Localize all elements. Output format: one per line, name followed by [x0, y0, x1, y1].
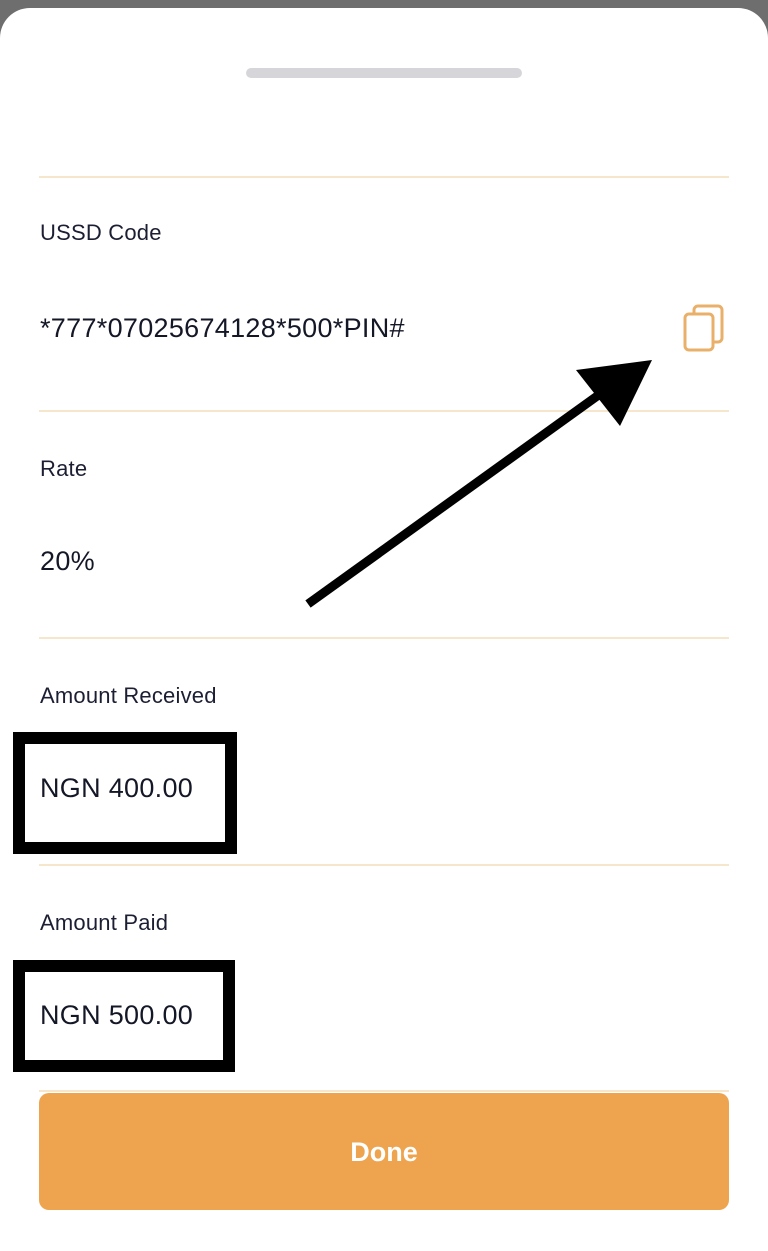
divider: [39, 1090, 729, 1092]
rate-label: Rate: [40, 456, 88, 481]
ussd-code-label: USSD Code: [40, 220, 162, 245]
ussd-code-value: *777*07025674128*500*PIN#: [40, 313, 405, 343]
done-button[interactable]: Done: [39, 1093, 729, 1210]
bottom-sheet: USSD Code *777*07025674128*500*PIN# Rate…: [0, 8, 768, 1251]
divider: [39, 864, 729, 866]
amount-received-label: Amount Received: [40, 683, 217, 708]
amount-paid-label: Amount Paid: [40, 910, 169, 935]
divider: [39, 176, 729, 178]
highlight-box-amount-paid: [13, 960, 235, 1072]
copy-button[interactable]: [680, 304, 728, 356]
rate-value: 20%: [40, 546, 95, 576]
highlight-box-amount-received: [13, 732, 237, 854]
copy-icon: [683, 304, 724, 352]
drag-handle[interactable]: [246, 68, 522, 78]
annotation-arrow-icon: [305, 360, 652, 608]
divider: [39, 637, 729, 639]
